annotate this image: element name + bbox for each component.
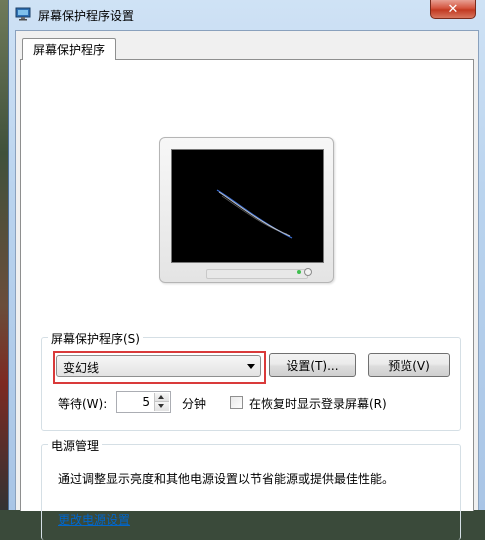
power-management-group: 电源管理 通过调整显示亮度和其他电源设置以节省能源或提供最佳性能。 更改电源设置: [41, 437, 461, 540]
show-logon-label[interactable]: 在恢复时显示登录屏幕(R): [249, 395, 387, 412]
wait-label: 等待(W):: [58, 397, 108, 411]
screensaver-settings-window: 屏幕保护程序设置 ✕ 屏幕保护程序 屏幕保护程序(S) 变幻线 设置(T)...…: [8, 0, 485, 540]
preview-screen: [171, 149, 324, 263]
tab-panel: 屏幕保护程序(S) 变幻线 设置(T)... 预览(V) 等待(W): 5 分钟…: [20, 59, 474, 540]
close-icon: ✕: [447, 1, 459, 17]
spin-up-button[interactable]: [155, 393, 169, 402]
monitor-preview: [159, 137, 334, 283]
wait-spinner: [154, 393, 169, 411]
wait-value: 5: [142, 395, 150, 409]
wait-minutes-stepper[interactable]: 5: [116, 391, 171, 413]
dialog-client-area: 屏幕保护程序 屏幕保护程序(S) 变幻线 设置(T)... 预览(V) 等待(W…: [15, 30, 479, 540]
preview-button[interactable]: 预览(V): [368, 353, 450, 377]
screensaver-group-label: 屏幕保护程序(S): [48, 330, 143, 347]
close-button[interactable]: ✕: [430, 0, 476, 19]
change-power-settings-link[interactable]: 更改电源设置: [58, 511, 130, 528]
preview-button-label: 预览(V): [388, 358, 430, 373]
settings-button-label: 设置(T)...: [286, 358, 339, 373]
tab-label: 屏幕保护程序: [32, 43, 105, 57]
window-title: 屏幕保护程序设置: [38, 9, 135, 23]
monitor-power-button: [304, 268, 312, 276]
power-group-label: 电源管理: [48, 437, 103, 454]
power-led: [297, 270, 301, 274]
settings-button[interactable]: 设置(T)...: [269, 353, 356, 377]
mystify-preview-graphic: [216, 189, 293, 239]
chevron-up-icon: [158, 395, 164, 399]
chevron-down-icon: [158, 404, 164, 408]
show-logon-checkbox[interactable]: [230, 396, 243, 409]
tab-screensaver[interactable]: 屏幕保护程序: [22, 38, 116, 60]
annotation-highlight-box: [53, 351, 266, 384]
screensaver-group: 屏幕保护程序(S) 变幻线 设置(T)... 预览(V) 等待(W): 5 分钟…: [41, 330, 461, 431]
spin-down-button[interactable]: [155, 402, 169, 411]
screensaver-settings-icon: [15, 7, 31, 21]
power-description: 通过调整显示亮度和其他电源设置以节省能源或提供最佳性能。: [58, 472, 395, 486]
monitor-stand-panel: [206, 269, 308, 279]
minutes-label: 分钟: [182, 397, 207, 411]
title-bar[interactable]: 屏幕保护程序设置 ✕: [9, 0, 485, 30]
